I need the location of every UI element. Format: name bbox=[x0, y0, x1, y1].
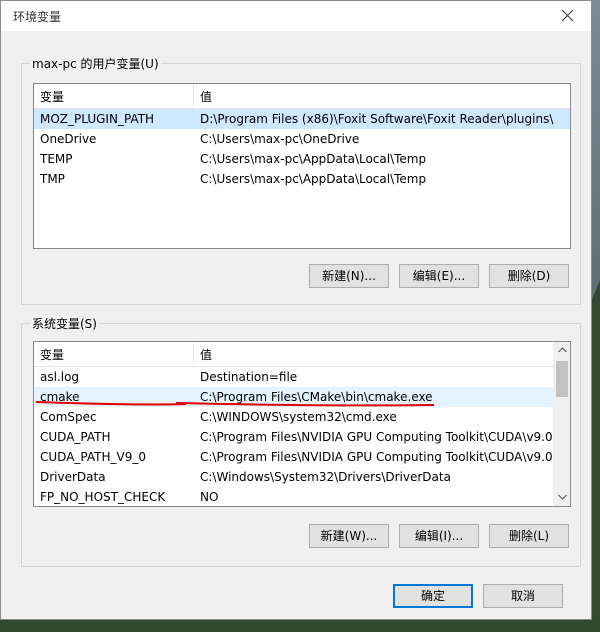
column-divider[interactable] bbox=[193, 84, 194, 107]
dialog-title: 环境变量 bbox=[13, 10, 62, 24]
table-row[interactable]: OneDrive C:\Users\max-pc\OneDrive bbox=[34, 129, 570, 149]
variable-value: D:\Program Files (x86)\Foxit Software\Fo… bbox=[200, 112, 554, 126]
system-delete-button[interactable]: 删除(L) bbox=[489, 524, 569, 548]
variable-value: C:\Users\max-pc\AppData\Local\Temp bbox=[200, 152, 427, 166]
user-variables-group: max-pc 的用户变量(U) 变量 值 MOZ_PLUGIN_PATH D:\… bbox=[21, 56, 581, 305]
close-button[interactable] bbox=[545, 1, 591, 31]
list-header: 变量 值 bbox=[34, 342, 570, 367]
table-row[interactable]: CUDA_PATH C:\Program Files\NVIDIA GPU Co… bbox=[34, 427, 570, 447]
variable-name: FP_NO_HOST_CHECK bbox=[40, 490, 166, 504]
table-row[interactable]: DriverData C:\Windows\System32\Drivers\D… bbox=[34, 467, 570, 487]
variable-value: C:\Windows\System32\Drivers\DriverData bbox=[200, 470, 451, 484]
variable-name: cmake bbox=[40, 390, 80, 404]
environment-variables-dialog: 环境变量 max-pc 的用户变量(U) 变量 值 MOZ_PLUGIN_PAT… bbox=[0, 0, 592, 620]
variable-name: TMP bbox=[40, 172, 65, 186]
table-row[interactable]: FP_NO_HOST_CHECK NO bbox=[34, 487, 570, 506]
user-new-button[interactable]: 新建(N)... bbox=[309, 264, 389, 288]
variable-name: ComSpec bbox=[40, 410, 97, 424]
column-header-name[interactable]: 变量 bbox=[40, 346, 64, 363]
chevron-down-icon bbox=[558, 494, 567, 500]
variable-name: CUDA_PATH bbox=[40, 430, 111, 444]
user-variables-list[interactable]: 变量 值 MOZ_PLUGIN_PATH D:\Program Files (x… bbox=[33, 83, 571, 249]
close-icon bbox=[561, 9, 574, 22]
column-header-value[interactable]: 值 bbox=[200, 88, 212, 105]
variable-name: OneDrive bbox=[40, 132, 97, 146]
list-header: 变量 值 bbox=[34, 84, 570, 109]
variable-name: TEMP bbox=[40, 152, 73, 166]
system-variables-list[interactable]: 变量 值 asl.log Destination=file cmake C:\P… bbox=[33, 341, 571, 507]
title-bar: 环境变量 bbox=[1, 1, 591, 31]
variable-name: MOZ_PLUGIN_PATH bbox=[40, 112, 155, 126]
user-edit-button[interactable]: 编辑(E)... bbox=[399, 264, 479, 288]
ok-button[interactable]: 确定 bbox=[393, 584, 473, 608]
scroll-up-button[interactable] bbox=[554, 342, 570, 359]
column-divider[interactable] bbox=[193, 342, 194, 365]
variable-value: C:\WINDOWS\system32\cmd.exe bbox=[200, 410, 397, 424]
variable-value: NO bbox=[200, 490, 219, 504]
vertical-scrollbar[interactable] bbox=[553, 342, 570, 506]
user-delete-button[interactable]: 删除(D) bbox=[489, 264, 569, 288]
variable-value: C:\Users\max-pc\AppData\Local\Temp bbox=[200, 172, 427, 186]
system-variables-group: 系统变量(S) 变量 值 asl.log Destination=file cm… bbox=[21, 316, 581, 567]
column-header-value[interactable]: 值 bbox=[200, 346, 212, 363]
scroll-thumb[interactable] bbox=[556, 361, 568, 397]
table-row[interactable]: MOZ_PLUGIN_PATH D:\Program Files (x86)\F… bbox=[34, 109, 570, 129]
table-row[interactable]: ComSpec C:\WINDOWS\system32\cmd.exe bbox=[34, 407, 570, 427]
table-row[interactable]: TEMP C:\Users\max-pc\AppData\Local\Temp bbox=[34, 149, 570, 169]
cancel-button[interactable]: 取消 bbox=[483, 584, 563, 608]
user-variables-label: max-pc 的用户变量(U) bbox=[30, 56, 161, 72]
variable-value: C:\Program Files\NVIDIA GPU Computing To… bbox=[200, 450, 553, 464]
variable-value: C:\Program Files\CMake\bin\cmake.exe bbox=[200, 390, 433, 404]
chevron-up-icon bbox=[558, 347, 567, 353]
system-edit-button[interactable]: 编辑(I)... bbox=[399, 524, 479, 548]
column-header-name[interactable]: 变量 bbox=[40, 88, 64, 105]
variable-name: asl.log bbox=[40, 370, 80, 384]
table-row[interactable]: asl.log Destination=file bbox=[34, 367, 570, 387]
system-variables-label: 系统变量(S) bbox=[30, 316, 99, 332]
table-row[interactable]: CUDA_PATH_V9_0 C:\Program Files\NVIDIA G… bbox=[34, 447, 570, 467]
table-row[interactable]: cmake C:\Program Files\CMake\bin\cmake.e… bbox=[34, 387, 570, 407]
table-row[interactable]: TMP C:\Users\max-pc\AppData\Local\Temp bbox=[34, 169, 570, 189]
variable-value: Destination=file bbox=[200, 370, 298, 384]
variable-value: C:\Program Files\NVIDIA GPU Computing To… bbox=[200, 430, 553, 444]
variable-name: DriverData bbox=[40, 470, 106, 484]
variable-name: CUDA_PATH_V9_0 bbox=[40, 450, 146, 464]
variable-value: C:\Users\max-pc\OneDrive bbox=[200, 132, 360, 146]
system-new-button[interactable]: 新建(W)... bbox=[309, 524, 389, 548]
scroll-down-button[interactable] bbox=[554, 489, 570, 506]
